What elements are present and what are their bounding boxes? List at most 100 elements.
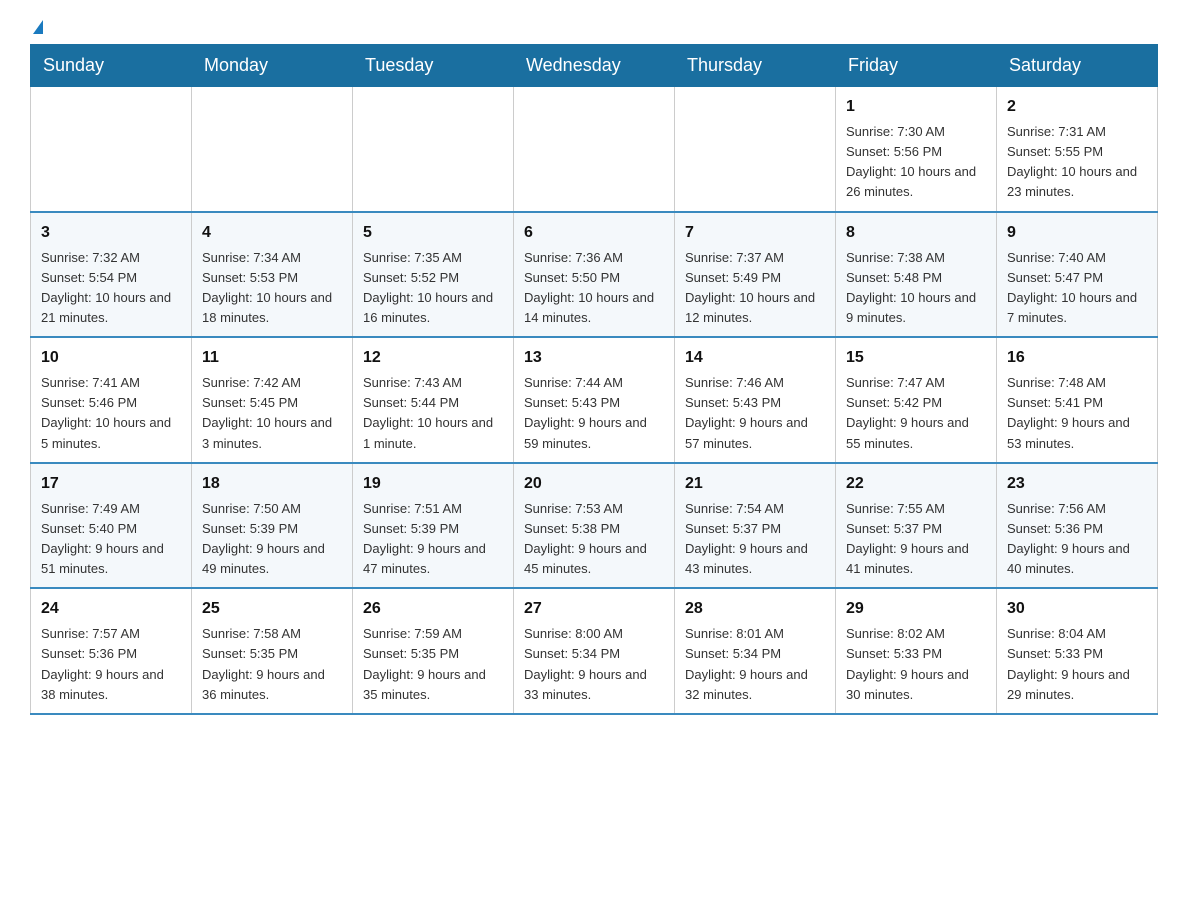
day-number: 7 (685, 221, 825, 245)
day-info: Sunrise: 7:49 AMSunset: 5:40 PMDaylight:… (41, 499, 181, 580)
day-number: 13 (524, 346, 664, 370)
calendar-table: SundayMondayTuesdayWednesdayThursdayFrid… (30, 44, 1158, 715)
day-number: 6 (524, 221, 664, 245)
day-number: 5 (363, 221, 503, 245)
calendar-cell: 20 Sunrise: 7:53 AMSunset: 5:38 PMDayligh… (514, 463, 675, 589)
day-info: Sunrise: 7:50 AMSunset: 5:39 PMDaylight:… (202, 499, 342, 580)
logo-triangle-icon (33, 20, 43, 34)
day-info: Sunrise: 7:32 AMSunset: 5:54 PMDaylight:… (41, 248, 181, 329)
day-info: Sunrise: 8:02 AMSunset: 5:33 PMDaylight:… (846, 624, 986, 705)
day-number: 1 (846, 95, 986, 119)
day-info: Sunrise: 7:46 AMSunset: 5:43 PMDaylight:… (685, 373, 825, 454)
day-number: 2 (1007, 95, 1147, 119)
weekday-header-thursday: Thursday (675, 45, 836, 87)
logo (30, 20, 43, 34)
weekday-header-wednesday: Wednesday (514, 45, 675, 87)
day-info: Sunrise: 7:30 AMSunset: 5:56 PMDaylight:… (846, 122, 986, 203)
day-number: 8 (846, 221, 986, 245)
calendar-cell: 21 Sunrise: 7:54 AMSunset: 5:37 PMDayligh… (675, 463, 836, 589)
calendar-week-row: 1 Sunrise: 7:30 AMSunset: 5:56 PMDaylight… (31, 87, 1158, 212)
weekday-header-tuesday: Tuesday (353, 45, 514, 87)
calendar-cell (192, 87, 353, 212)
calendar-cell: 9Sunrise: 7:40 AMSunset: 5:47 PMDaylight… (997, 212, 1158, 338)
day-number: 29 (846, 597, 986, 621)
calendar-week-row: 17 Sunrise: 7:49 AMSunset: 5:40 PMDayligh… (31, 463, 1158, 589)
day-number: 28 (685, 597, 825, 621)
day-info: Sunrise: 8:00 AMSunset: 5:34 PMDaylight:… (524, 624, 664, 705)
calendar-cell (514, 87, 675, 212)
day-number: 22 (846, 472, 986, 496)
calendar-cell: 3Sunrise: 7:32 AMSunset: 5:54 PMDaylight… (31, 212, 192, 338)
calendar-cell: 19 Sunrise: 7:51 AMSunset: 5:39 PMDayligh… (353, 463, 514, 589)
calendar-body: 1 Sunrise: 7:30 AMSunset: 5:56 PMDaylight… (31, 87, 1158, 714)
calendar-cell: 27 Sunrise: 8:00 AMSunset: 5:34 PMDayligh… (514, 588, 675, 714)
calendar-cell: 16Sunrise: 7:48 AMSunset: 5:41 PMDayligh… (997, 337, 1158, 463)
calendar-cell: 2 Sunrise: 7:31 AMSunset: 5:55 PMDaylight… (997, 87, 1158, 212)
day-number: 30 (1007, 597, 1147, 621)
day-info: Sunrise: 7:47 AMSunset: 5:42 PMDaylight:… (846, 373, 986, 454)
calendar-cell: 1 Sunrise: 7:30 AMSunset: 5:56 PMDaylight… (836, 87, 997, 212)
day-info: Sunrise: 7:53 AMSunset: 5:38 PMDaylight:… (524, 499, 664, 580)
day-info: Sunrise: 8:04 AMSunset: 5:33 PMDaylight:… (1007, 624, 1147, 705)
weekday-header-sunday: Sunday (31, 45, 192, 87)
page-header (30, 20, 1158, 34)
day-number: 9 (1007, 221, 1147, 245)
calendar-cell: 11Sunrise: 7:42 AMSunset: 5:45 PMDayligh… (192, 337, 353, 463)
calendar-cell (31, 87, 192, 212)
day-number: 18 (202, 472, 342, 496)
day-info: Sunrise: 7:59 AMSunset: 5:35 PMDaylight:… (363, 624, 503, 705)
day-info: Sunrise: 7:36 AMSunset: 5:50 PMDaylight:… (524, 248, 664, 329)
day-number: 20 (524, 472, 664, 496)
calendar-cell: 14Sunrise: 7:46 AMSunset: 5:43 PMDayligh… (675, 337, 836, 463)
calendar-cell: 18 Sunrise: 7:50 AMSunset: 5:39 PMDayligh… (192, 463, 353, 589)
day-info: Sunrise: 7:48 AMSunset: 5:41 PMDaylight:… (1007, 373, 1147, 454)
calendar-cell: 12 Sunrise: 7:43 AMSunset: 5:44 PMDayligh… (353, 337, 514, 463)
calendar-cell: 13 Sunrise: 7:44 AMSunset: 5:43 PMDayligh… (514, 337, 675, 463)
calendar-cell: 8 Sunrise: 7:38 AMSunset: 5:48 PMDaylight… (836, 212, 997, 338)
day-info: Sunrise: 7:34 AMSunset: 5:53 PMDaylight:… (202, 248, 342, 329)
calendar-week-row: 10 Sunrise: 7:41 AMSunset: 5:46 PMDayligh… (31, 337, 1158, 463)
calendar-cell: 22Sunrise: 7:55 AMSunset: 5:37 PMDayligh… (836, 463, 997, 589)
day-info: Sunrise: 7:43 AMSunset: 5:44 PMDaylight:… (363, 373, 503, 454)
calendar-cell: 4 Sunrise: 7:34 AMSunset: 5:53 PMDaylight… (192, 212, 353, 338)
day-info: Sunrise: 7:58 AMSunset: 5:35 PMDaylight:… (202, 624, 342, 705)
day-number: 11 (202, 346, 342, 370)
day-info: Sunrise: 7:44 AMSunset: 5:43 PMDaylight:… (524, 373, 664, 454)
day-info: Sunrise: 7:54 AMSunset: 5:37 PMDaylight:… (685, 499, 825, 580)
day-number: 15 (846, 346, 986, 370)
calendar-week-row: 3Sunrise: 7:32 AMSunset: 5:54 PMDaylight… (31, 212, 1158, 338)
day-number: 23 (1007, 472, 1147, 496)
day-number: 12 (363, 346, 503, 370)
day-info: Sunrise: 8:01 AMSunset: 5:34 PMDaylight:… (685, 624, 825, 705)
calendar-cell: 17 Sunrise: 7:49 AMSunset: 5:40 PMDayligh… (31, 463, 192, 589)
weekday-header-row: SundayMondayTuesdayWednesdayThursdayFrid… (31, 45, 1158, 87)
calendar-cell: 26 Sunrise: 7:59 AMSunset: 5:35 PMDayligh… (353, 588, 514, 714)
calendar-cell (675, 87, 836, 212)
day-info: Sunrise: 7:31 AMSunset: 5:55 PMDaylight:… (1007, 122, 1147, 203)
weekday-header-saturday: Saturday (997, 45, 1158, 87)
day-info: Sunrise: 7:38 AMSunset: 5:48 PMDaylight:… (846, 248, 986, 329)
calendar-week-row: 24Sunrise: 7:57 AMSunset: 5:36 PMDayligh… (31, 588, 1158, 714)
calendar-cell: 7Sunrise: 7:37 AMSunset: 5:49 PMDaylight… (675, 212, 836, 338)
day-number: 17 (41, 472, 181, 496)
calendar-header: SundayMondayTuesdayWednesdayThursdayFrid… (31, 45, 1158, 87)
calendar-cell: 5 Sunrise: 7:35 AMSunset: 5:52 PMDaylight… (353, 212, 514, 338)
day-number: 26 (363, 597, 503, 621)
day-number: 25 (202, 597, 342, 621)
day-number: 24 (41, 597, 181, 621)
day-number: 19 (363, 472, 503, 496)
calendar-cell: 24Sunrise: 7:57 AMSunset: 5:36 PMDayligh… (31, 588, 192, 714)
day-number: 27 (524, 597, 664, 621)
calendar-cell: 10 Sunrise: 7:41 AMSunset: 5:46 PMDayligh… (31, 337, 192, 463)
calendar-cell: 15 Sunrise: 7:47 AMSunset: 5:42 PMDayligh… (836, 337, 997, 463)
day-number: 4 (202, 221, 342, 245)
calendar-cell (353, 87, 514, 212)
day-info: Sunrise: 7:51 AMSunset: 5:39 PMDaylight:… (363, 499, 503, 580)
day-number: 21 (685, 472, 825, 496)
calendar-cell: 23 Sunrise: 7:56 AMSunset: 5:36 PMDayligh… (997, 463, 1158, 589)
day-number: 10 (41, 346, 181, 370)
weekday-header-friday: Friday (836, 45, 997, 87)
day-info: Sunrise: 7:56 AMSunset: 5:36 PMDaylight:… (1007, 499, 1147, 580)
day-info: Sunrise: 7:41 AMSunset: 5:46 PMDaylight:… (41, 373, 181, 454)
day-info: Sunrise: 7:35 AMSunset: 5:52 PMDaylight:… (363, 248, 503, 329)
